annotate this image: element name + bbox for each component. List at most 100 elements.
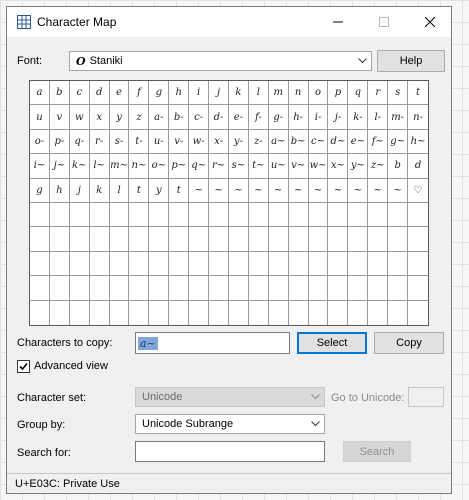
char-cell[interactable]	[328, 276, 349, 301]
char-cell[interactable]	[129, 202, 150, 228]
char-cell[interactable]	[308, 202, 329, 228]
char-cell[interactable]	[69, 251, 90, 277]
char-cell[interactable]	[109, 276, 130, 301]
char-cell[interactable]: l	[109, 178, 130, 203]
char-cell[interactable]: h	[49, 178, 70, 203]
char-cell[interactable]	[308, 251, 329, 277]
char-cell[interactable]: w~	[308, 154, 329, 179]
char-cell[interactable]: h-	[288, 105, 309, 130]
char-cell[interactable]	[408, 276, 428, 301]
char-cell[interactable]: o~	[149, 154, 170, 179]
char-cell[interactable]: r~	[209, 154, 229, 179]
char-cell[interactable]	[308, 227, 329, 252]
char-cell[interactable]	[368, 251, 389, 277]
char-cell[interactable]	[109, 251, 130, 277]
char-cell[interactable]: p	[328, 81, 349, 106]
char-cell[interactable]	[209, 202, 229, 228]
char-cell[interactable]: ~	[189, 178, 210, 203]
char-cell[interactable]	[129, 300, 150, 325]
char-cell[interactable]: ~	[328, 178, 349, 203]
char-cell[interactable]: l	[248, 81, 269, 106]
char-cell[interactable]: ~	[388, 178, 409, 203]
char-cell[interactable]	[70, 300, 90, 325]
char-cell[interactable]: z-	[248, 129, 269, 155]
char-cell[interactable]	[169, 251, 190, 277]
char-cell[interactable]: ~	[209, 178, 229, 203]
char-cell[interactable]	[348, 227, 369, 252]
char-cell[interactable]	[209, 251, 229, 277]
char-cell[interactable]: ~	[228, 178, 249, 203]
char-cell[interactable]: t	[169, 178, 190, 203]
char-cell[interactable]: c-	[189, 105, 210, 130]
char-cell[interactable]	[269, 300, 289, 325]
char-cell[interactable]: a~	[268, 129, 289, 155]
char-cell[interactable]: m~	[109, 154, 130, 179]
char-cell[interactable]	[348, 300, 369, 325]
char-cell[interactable]	[49, 251, 70, 277]
char-cell[interactable]: a-	[149, 105, 170, 130]
char-cell[interactable]: t	[129, 178, 150, 203]
char-cell[interactable]: n	[288, 81, 309, 106]
char-cell[interactable]	[189, 227, 210, 252]
char-cell[interactable]	[129, 227, 150, 252]
char-cell[interactable]	[328, 300, 349, 325]
char-cell[interactable]	[289, 300, 309, 325]
font-dropdown[interactable]: O Staniki	[69, 51, 372, 71]
close-button[interactable]	[407, 7, 453, 37]
char-cell[interactable]	[189, 276, 210, 301]
char-cell[interactable]	[49, 227, 70, 252]
char-cell[interactable]	[169, 202, 190, 228]
char-cell[interactable]: ~	[288, 178, 309, 203]
char-cell[interactable]: l-	[368, 105, 389, 130]
char-cell[interactable]: a	[30, 81, 50, 106]
char-cell[interactable]	[348, 202, 369, 228]
char-cell[interactable]: p-	[49, 129, 70, 155]
char-cell[interactable]: n~	[129, 154, 150, 179]
char-cell[interactable]: y	[109, 105, 130, 130]
char-cell[interactable]	[288, 202, 309, 228]
char-cell[interactable]	[249, 300, 269, 325]
char-cell[interactable]: m	[268, 81, 289, 106]
char-cell[interactable]: v-	[169, 129, 190, 155]
char-cell[interactable]	[69, 276, 90, 301]
char-cell[interactable]	[109, 227, 130, 252]
char-cell[interactable]	[149, 300, 170, 325]
char-cell[interactable]: v	[49, 105, 70, 130]
char-cell[interactable]	[248, 276, 269, 301]
char-cell[interactable]	[49, 202, 70, 228]
char-cell[interactable]	[268, 202, 289, 228]
group-by-dropdown[interactable]: Unicode Subrange	[135, 414, 325, 434]
char-cell[interactable]: z	[129, 105, 150, 130]
char-cell[interactable]	[89, 227, 110, 252]
char-cell[interactable]: b~	[288, 129, 309, 155]
char-cell[interactable]: g	[30, 178, 50, 203]
char-cell[interactable]	[209, 300, 229, 325]
char-cell[interactable]: d	[408, 154, 428, 179]
char-cell[interactable]: x-	[209, 129, 229, 155]
char-cell[interactable]: t-	[129, 129, 150, 155]
char-cell[interactable]: e	[109, 81, 130, 106]
char-cell[interactable]: t~	[248, 154, 269, 179]
select-button[interactable]: Select	[297, 332, 367, 354]
char-cell[interactable]	[149, 276, 170, 301]
char-cell[interactable]	[368, 202, 389, 228]
char-cell[interactable]	[348, 276, 369, 301]
char-cell[interactable]	[89, 276, 110, 301]
char-cell[interactable]: f~	[368, 129, 389, 155]
char-cell[interactable]	[189, 251, 210, 277]
char-cell[interactable]: j	[209, 81, 229, 106]
char-cell[interactable]	[89, 202, 110, 228]
char-cell[interactable]	[129, 276, 150, 301]
char-cell[interactable]: e~	[348, 129, 369, 155]
char-cell[interactable]: g-	[268, 105, 289, 130]
char-cell[interactable]: u	[30, 105, 50, 130]
char-cell[interactable]	[368, 276, 389, 301]
char-cell[interactable]	[268, 276, 289, 301]
char-cell[interactable]	[368, 227, 389, 252]
char-cell[interactable]	[169, 227, 190, 252]
char-cell[interactable]: q~	[189, 154, 210, 179]
char-cell[interactable]: k	[228, 81, 249, 106]
char-cell[interactable]	[109, 202, 130, 228]
char-cell[interactable]	[408, 252, 428, 277]
char-cell[interactable]: ~	[368, 178, 389, 203]
